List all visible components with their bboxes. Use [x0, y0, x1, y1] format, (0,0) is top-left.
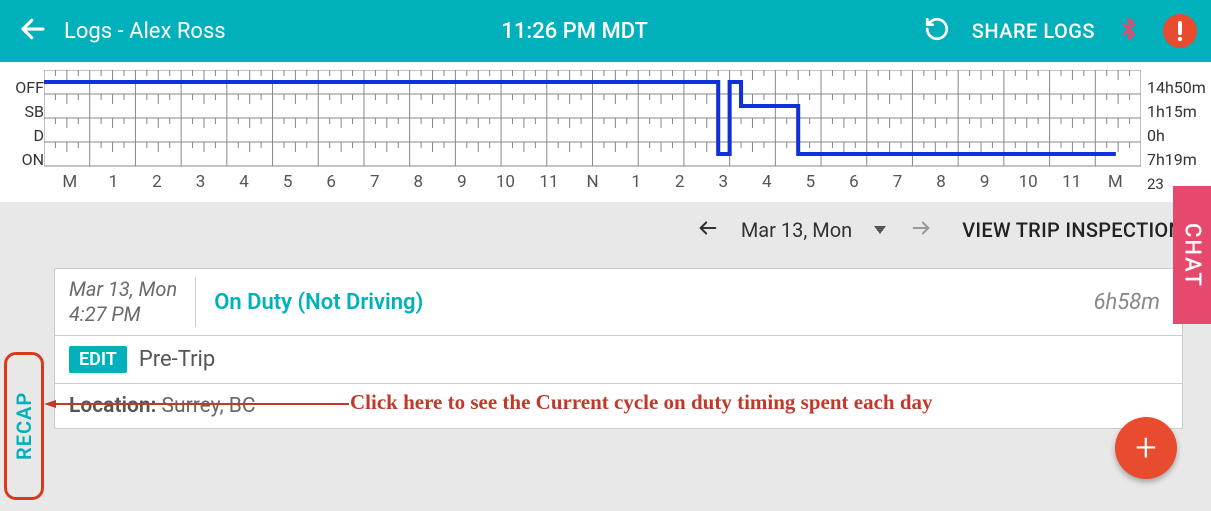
location-label: Location: — [69, 394, 156, 418]
chat-tab[interactable]: CHAT — [1173, 186, 1211, 324]
x-tick: 2 — [658, 172, 702, 192]
duty-status-chart: OFF SB D ON M1234567891011N1234567891011… — [0, 62, 1211, 202]
chart-y-axis: OFF SB D ON — [6, 70, 44, 198]
x-tick: 9 — [440, 172, 484, 192]
x-tick: 5 — [789, 172, 833, 192]
recap-tab[interactable]: RECAP — [4, 352, 44, 500]
x-tick: 1 — [92, 172, 136, 192]
x-tick: 8 — [919, 172, 963, 192]
chart-x-axis: M1234567891011N1234567891011M — [44, 172, 1141, 198]
dur-on: 7h19m — [1147, 148, 1205, 172]
x-tick: 6 — [832, 172, 876, 192]
bluetooth-icon — [1117, 15, 1141, 43]
x-tick: 6 — [309, 172, 353, 192]
x-tick: 7 — [876, 172, 920, 192]
x-tick: 9 — [963, 172, 1007, 192]
y-label-d: D — [6, 124, 44, 148]
share-logs-button[interactable]: SHARE LOGS — [972, 19, 1095, 43]
add-log-fab[interactable]: + — [1115, 417, 1177, 479]
dur-d: 0h — [1147, 124, 1205, 148]
arrow-left-icon — [695, 217, 721, 239]
x-tick: 4 — [745, 172, 789, 192]
x-tick: 8 — [397, 172, 441, 192]
x-tick: M — [1094, 172, 1138, 192]
back-button[interactable] — [18, 14, 58, 48]
refresh-button[interactable] — [924, 16, 950, 46]
prev-day-button[interactable] — [695, 217, 721, 243]
dur-sb: 1h15m — [1147, 100, 1205, 124]
x-tick: 5 — [266, 172, 310, 192]
location-value: Surrey, BC — [162, 394, 256, 418]
x-tick: 3 — [701, 172, 745, 192]
x-tick: N — [571, 172, 615, 192]
x-tick: 11 — [1050, 172, 1094, 192]
x-tick: 10 — [1006, 172, 1050, 192]
x-tick: 1 — [614, 172, 658, 192]
x-tick: 11 — [527, 172, 571, 192]
x-tick: 7 — [353, 172, 397, 192]
y-label-sb: SB — [6, 100, 44, 124]
x-tick: 10 — [484, 172, 528, 192]
current-date-label[interactable]: Mar 13, Mon — [741, 218, 852, 242]
entry-timestamp: Mar 13, Mon 4:27 PM — [69, 277, 196, 327]
trip-type-label: Pre-Trip — [139, 347, 215, 372]
bluetooth-button[interactable] — [1117, 15, 1141, 47]
alert-badge[interactable] — [1163, 14, 1197, 48]
log-entry-card: Mar 13, Mon 4:27 PM On Duty (Not Driving… — [54, 268, 1183, 429]
y-label-off: OFF — [6, 76, 44, 100]
chevron-down-icon — [872, 224, 888, 236]
entry-location-row: Location: Surrey, BC — [55, 384, 1182, 428]
x-tick: 3 — [179, 172, 223, 192]
chart-svg[interactable] — [44, 70, 1141, 170]
page-title: Logs - Alex Ross — [64, 19, 226, 44]
entry-duration: 6h58m — [1094, 290, 1160, 315]
clock-display: 11:26 PM MDT — [226, 19, 924, 44]
x-tick: 4 — [222, 172, 266, 192]
x-tick: M — [48, 172, 92, 192]
entry-status: On Duty (Not Driving) — [214, 290, 423, 315]
date-dropdown-button[interactable] — [872, 221, 888, 240]
edit-button[interactable]: EDIT — [69, 346, 127, 373]
app-header: Logs - Alex Ross 11:26 PM MDT SHARE LOGS — [0, 0, 1211, 62]
chart-right-labels: 14h50m 1h15m 0h 7h19m 23 — [1141, 70, 1205, 198]
x-tick: 2 — [135, 172, 179, 192]
exclamation-icon — [1177, 20, 1183, 42]
refresh-icon — [924, 16, 950, 42]
y-label-on: ON — [6, 148, 44, 172]
arrow-right-icon — [908, 217, 934, 239]
view-trip-inspection-button[interactable]: VIEW TRIP INSPECTION — [962, 218, 1183, 242]
next-day-button[interactable] — [908, 217, 934, 243]
dur-off: 14h50m — [1147, 76, 1205, 100]
plus-icon: + — [1135, 429, 1156, 467]
arrow-left-icon — [18, 14, 48, 44]
date-nav-bar: Mar 13, Mon VIEW TRIP INSPECTION — [0, 202, 1211, 258]
